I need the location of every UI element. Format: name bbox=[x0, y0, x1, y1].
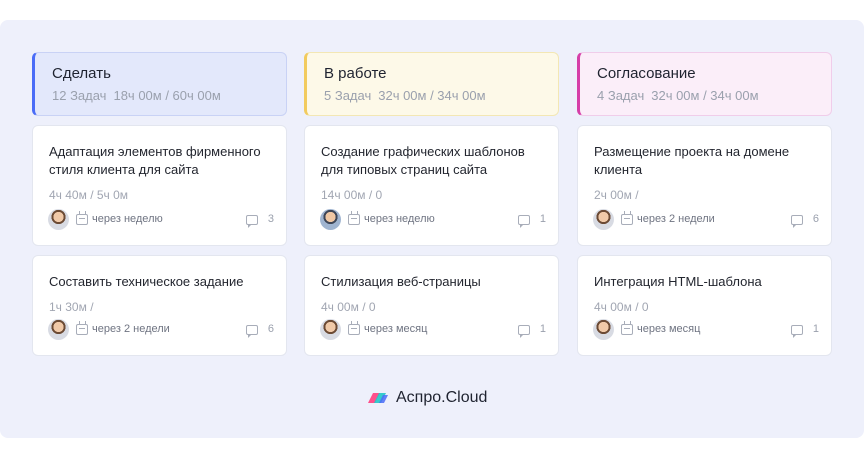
column-title: Согласование bbox=[597, 65, 696, 82]
task-due: через неделю bbox=[92, 213, 163, 225]
column-meta: 5 Задач 32ч 00м / 34ч 00м bbox=[324, 87, 558, 104]
task-title: Размещение проекта на домене клиента bbox=[594, 144, 790, 177]
task-due: через месяц bbox=[364, 323, 428, 335]
avatar[interactable] bbox=[320, 209, 341, 230]
column-title: В работе bbox=[324, 65, 387, 82]
column-header[interactable]: Сделать 12 Задач 18ч 00м / 60ч 00м bbox=[32, 52, 287, 116]
task-time: 14ч 00м / 0 bbox=[321, 188, 383, 202]
task-due: через 2 недели bbox=[637, 213, 715, 225]
calendar-icon bbox=[348, 321, 360, 335]
task-due: через неделю bbox=[364, 213, 435, 225]
kanban-board: Сделать 12 Задач 18ч 00м / 60ч 00м Адапта… bbox=[0, 20, 864, 438]
avatar[interactable] bbox=[48, 319, 69, 340]
calendar-icon bbox=[348, 211, 360, 225]
task-card[interactable]: Адаптация элементов фирменного стиля кли… bbox=[32, 125, 287, 246]
column-task-count: 5 Задач bbox=[324, 88, 372, 103]
calendar-icon bbox=[76, 321, 88, 335]
task-time: 4ч 00м / 0 bbox=[321, 300, 376, 314]
avatar[interactable] bbox=[593, 319, 614, 340]
column-header[interactable]: В работе 5 Задач 32ч 00м / 34ч 00м bbox=[304, 52, 559, 116]
column-header[interactable]: Согласование 4 Задач 32ч 00м / 34ч 00м bbox=[577, 52, 832, 116]
task-footer: через неделю 1 bbox=[320, 209, 546, 231]
comment-count: 6 bbox=[267, 323, 274, 335]
task-time: 4ч 00м / 0 bbox=[594, 300, 649, 314]
task-time: 4ч 40м / 5ч 0м bbox=[49, 188, 129, 202]
task-due: через 2 недели bbox=[92, 323, 170, 335]
task-footer: через 2 недели 6 bbox=[48, 319, 274, 341]
comment-icon[interactable] bbox=[791, 325, 803, 338]
column-todo: Сделать 12 Задач 18ч 00м / 60ч 00м Адапта… bbox=[32, 52, 287, 356]
task-card[interactable]: Стилизация веб-страницы 4ч 00м / 0 через… bbox=[304, 255, 559, 356]
comment-count: 3 bbox=[267, 213, 274, 225]
brand-logo-icon bbox=[368, 393, 388, 403]
task-time: 2ч 00м / bbox=[594, 188, 639, 202]
task-title: Адаптация элементов фирменного стиля кли… bbox=[49, 144, 261, 177]
comment-icon[interactable] bbox=[518, 215, 530, 228]
avatar[interactable] bbox=[593, 209, 614, 230]
task-title: Создание графических шаблонов для типовы… bbox=[321, 144, 525, 177]
task-title: Составить техническое задание bbox=[49, 274, 244, 289]
task-card[interactable]: Размещение проекта на домене клиента 2ч … bbox=[577, 125, 832, 246]
comment-icon[interactable] bbox=[518, 325, 530, 338]
avatar[interactable] bbox=[48, 209, 69, 230]
comment-count: 1 bbox=[812, 323, 819, 335]
brand-name: Аспро.Cloud bbox=[396, 389, 488, 406]
calendar-icon bbox=[621, 321, 633, 335]
task-card[interactable]: Составить техническое задание 1ч 30м / ч… bbox=[32, 255, 287, 356]
task-card[interactable]: Интеграция HTML-шаблона 4ч 00м / 0 через… bbox=[577, 255, 832, 356]
column-in-progress: В работе 5 Задач 32ч 00м / 34ч 00м Создан… bbox=[304, 52, 559, 356]
column-title: Сделать bbox=[52, 65, 111, 82]
task-card[interactable]: Создание графических шаблонов для типовы… bbox=[304, 125, 559, 246]
calendar-icon bbox=[76, 211, 88, 225]
column-meta: 4 Задач 32ч 00м / 34ч 00м bbox=[597, 87, 831, 104]
comment-icon[interactable] bbox=[791, 215, 803, 228]
avatar[interactable] bbox=[320, 319, 341, 340]
calendar-icon bbox=[621, 211, 633, 225]
column-approval: Согласование 4 Задач 32ч 00м / 34ч 00м Ра… bbox=[577, 52, 832, 356]
comment-count: 1 bbox=[539, 213, 546, 225]
task-title: Стилизация веб-страницы bbox=[321, 274, 481, 289]
task-title: Интеграция HTML-шаблона bbox=[594, 274, 762, 289]
task-due: через месяц bbox=[637, 323, 701, 335]
column-task-count: 12 Задач bbox=[52, 88, 107, 103]
comment-count: 1 bbox=[539, 323, 546, 335]
column-time-total: 18ч 00м / 60ч 00м bbox=[113, 88, 221, 103]
comment-icon[interactable] bbox=[246, 215, 258, 228]
task-footer: через неделю 3 bbox=[48, 209, 274, 231]
task-time: 1ч 30м / bbox=[49, 300, 94, 314]
comment-icon[interactable] bbox=[246, 325, 258, 338]
task-footer: через месяц 1 bbox=[320, 319, 546, 341]
column-time-total: 32ч 00м / 34ч 00м bbox=[651, 88, 759, 103]
comment-count: 6 bbox=[812, 213, 819, 225]
task-footer: через 2 недели 6 bbox=[593, 209, 819, 231]
column-meta: 12 Задач 18ч 00м / 60ч 00м bbox=[52, 87, 286, 104]
task-footer: через месяц 1 bbox=[593, 319, 819, 341]
column-task-count: 4 Задач bbox=[597, 88, 645, 103]
column-time-total: 32ч 00м / 34ч 00м bbox=[378, 88, 486, 103]
